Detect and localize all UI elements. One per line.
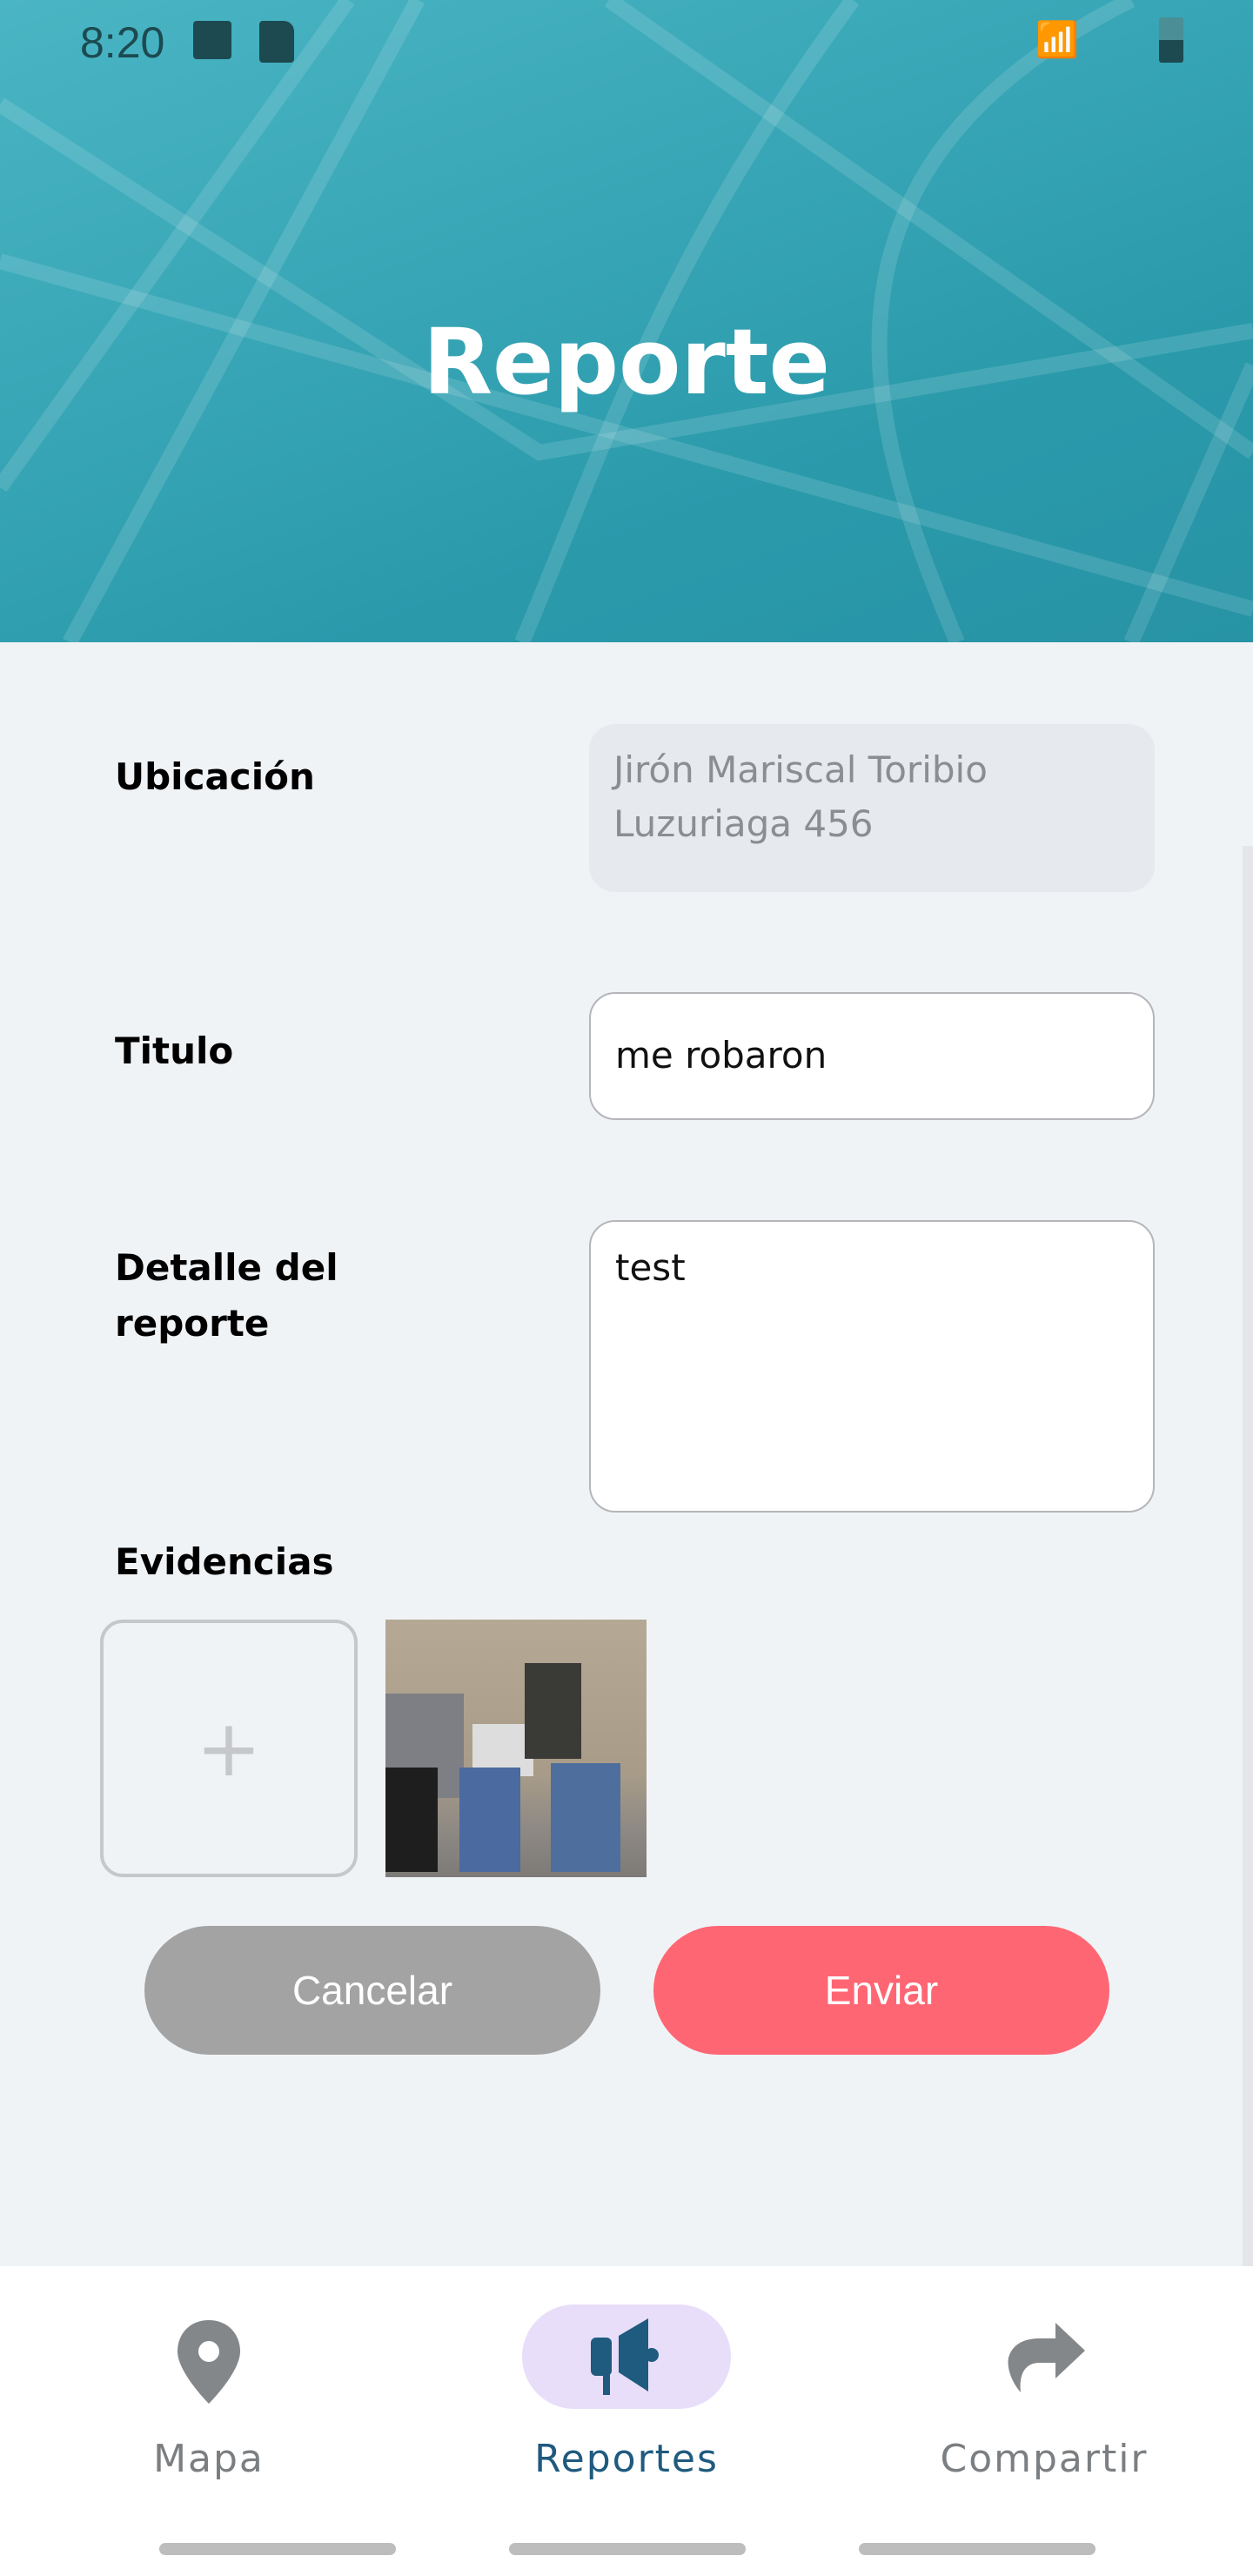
location-label: Ubicación [115,755,315,798]
nav-label: Mapa [153,2437,265,2481]
title-label: Titulo [115,1030,234,1072]
megaphone-icon [591,2318,659,2395]
nav-item-compartir[interactable]: Compartir [914,2266,1175,2527]
title-input[interactable]: me robaron [589,992,1155,1120]
detail-label: Detalle del reporte [115,1246,338,1345]
header: 8:20 📶 Reporte [0,0,1253,642]
add-evidence-button[interactable]: + [100,1620,358,1877]
plus-icon: + [196,1702,262,1794]
status-bar: 8:20 📶 [80,17,1183,70]
gesture-bar [159,2543,396,2555]
share-icon [1008,2323,1085,2392]
scrollbar[interactable] [1243,846,1253,2266]
page-title: Reporte [422,309,831,415]
clock: 8:20 [80,18,165,67]
battery-icon [1159,17,1183,63]
evidence-label: Evidencias [115,1540,334,1583]
cancel-button[interactable]: Cancelar [144,1926,600,2055]
nav-label: Compartir [940,2437,1149,2481]
nav-item-mapa[interactable]: Mapa [78,2266,339,2527]
send-button[interactable]: Enviar [653,1926,1109,2055]
evidence-photo[interactable] [385,1620,647,1877]
detail-textarea[interactable]: test [589,1220,1155,1513]
nav-label: Reportes [534,2437,719,2481]
map-pin-icon [178,2320,240,2404]
gesture-bar [859,2543,1096,2555]
bottom-nav: Mapa Reportes Compartir [0,2266,1253,2576]
gesture-bar [509,2543,746,2555]
wifi-icon: 📶 [1035,20,1079,60]
sim-icon [259,21,294,63]
gallery-icon [193,21,231,59]
location-field: Jirón Mariscal Toribio Luzuriaga 456 [589,724,1155,892]
nav-item-reportes[interactable]: Reportes [496,2266,757,2527]
